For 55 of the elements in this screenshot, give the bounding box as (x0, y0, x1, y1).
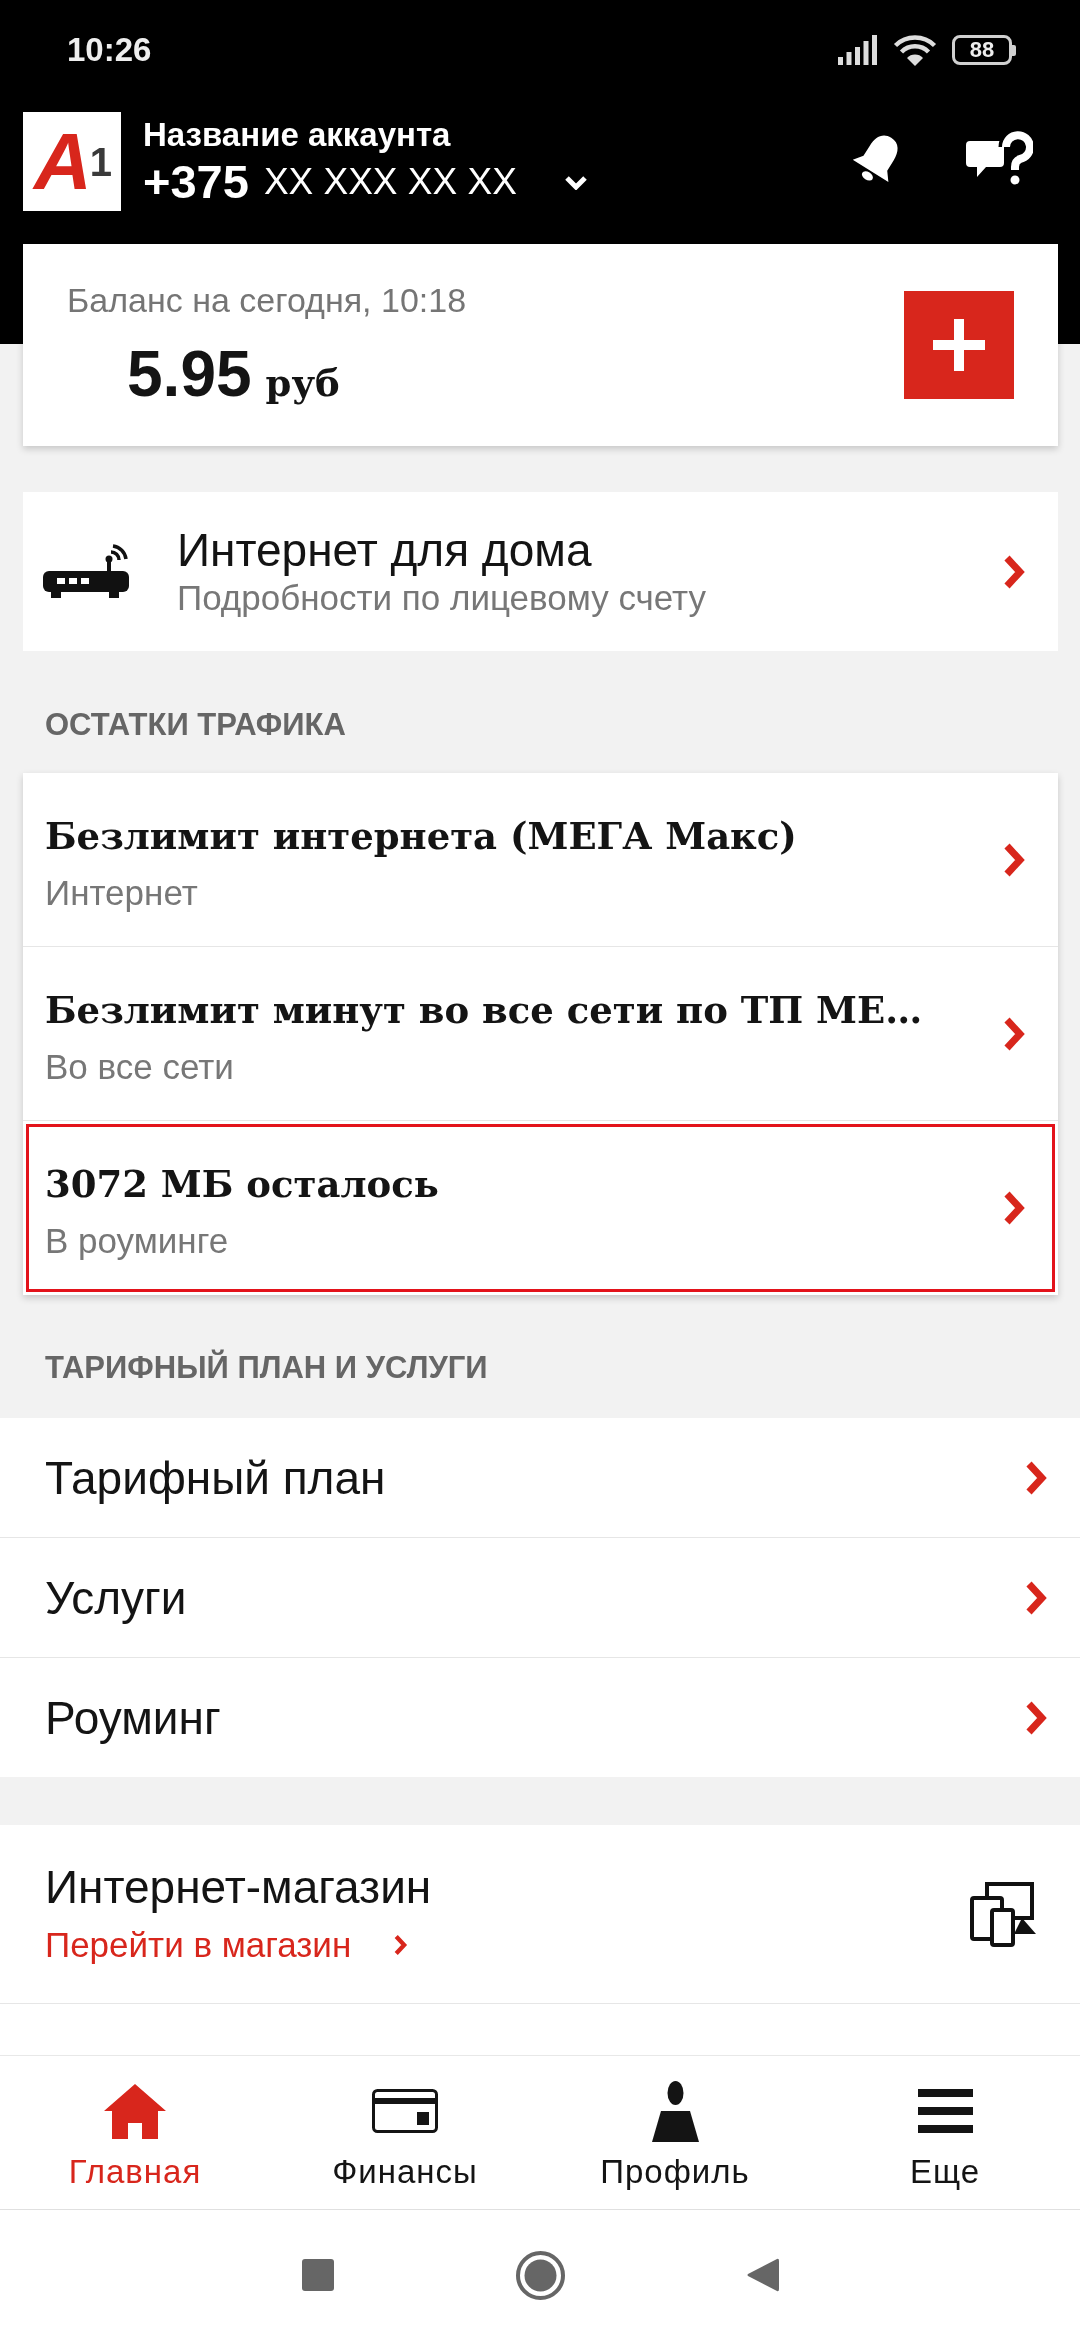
traffic-item[interactable]: Безлимит интернета (МЕГА Макс) Интернет (23, 773, 1058, 947)
traffic-title: Безлимит минут во все сети по ТП МЕ… (45, 987, 924, 1033)
traffic-subtitle: В роуминге (45, 1221, 230, 1261)
section-heading: ТАРИФНЫЙ ПЛАН И УСЛУГИ (44, 1348, 489, 1387)
nav-tab[interactable]: Финансы (270, 2056, 540, 2209)
menu-icon (917, 2089, 973, 2133)
devices-icon (970, 1881, 1036, 1947)
recents-icon[interactable] (301, 2259, 334, 2291)
top-up-button[interactable] (904, 291, 1014, 399)
traffic-subtitle: Во все сети (45, 1047, 235, 1087)
chevron-icon (1002, 1190, 1026, 1226)
balance-amount: 5.95 (127, 339, 252, 409)
caret-icon[interactable] (563, 174, 588, 190)
balance-label: Баланс на сегодня, 10:18 (67, 280, 468, 320)
brand-logo: A$^{1}$ (23, 112, 121, 211)
chevron-icon (1024, 1459, 1048, 1496)
chevron-icon (1002, 841, 1026, 878)
wifi-icon (893, 34, 937, 66)
nav-tab[interactable]: Еще (810, 2056, 1080, 2209)
currency-label: руб (265, 361, 340, 405)
credit-card-icon (372, 2089, 438, 2133)
battery-level: 88 (952, 35, 1012, 65)
nav-tab[interactable]: Главная (0, 2056, 270, 2209)
help-icon[interactable] (966, 129, 1033, 187)
home-button-icon[interactable] (515, 2250, 565, 2300)
chevron-icon (1002, 553, 1026, 590)
traffic-title: Безлимит интернета (МЕГА Макс) (45, 813, 798, 859)
status-time: 10:26 (67, 31, 153, 69)
home-internet-card[interactable]: Интернет для дома Подробности по лицевому счету (23, 492, 1058, 651)
chevron-icon (393, 1934, 409, 1956)
signal-icon (838, 35, 878, 65)
card-subtitle: Подробности по лицевому счету (177, 578, 707, 618)
account-name: Название аккаунта (143, 116, 452, 154)
plus-icon (933, 319, 985, 371)
person-icon (651, 2080, 699, 2142)
shop-link[interactable]: Перейти в магазин (45, 1925, 409, 1965)
phone-number: XX XXX XX XX (263, 160, 517, 204)
phone-code: +375 (143, 156, 249, 208)
router-icon (43, 544, 129, 599)
chevron-icon (1024, 1579, 1048, 1616)
home-icon (104, 2083, 166, 2139)
nav-tab[interactable]: Профиль (540, 2056, 810, 2209)
chevron-icon (1002, 1015, 1026, 1052)
shop-title: Интернет-магазин (45, 1862, 433, 1912)
menu-item[interactable]: Услуги (0, 1538, 1080, 1658)
card-title: Интернет для дома (177, 525, 593, 575)
back-icon[interactable] (746, 2258, 779, 2292)
menu-item[interactable]: Тарифный план (0, 1418, 1080, 1538)
traffic-title: 3072 МБ осталось (45, 1161, 440, 1207)
menu-item[interactable]: Роуминг (0, 1658, 1080, 1777)
section-heading: ОСТАТКИ ТРАФИКА (44, 706, 347, 744)
traffic-item[interactable]: 3072 МБ осталось В роуминге (23, 1121, 1058, 1295)
chevron-icon (1024, 1699, 1048, 1736)
traffic-item[interactable]: Безлимит минут во все сети по ТП МЕ… Во все сети (23, 947, 1058, 1121)
traffic-subtitle: Интернет (45, 873, 199, 913)
